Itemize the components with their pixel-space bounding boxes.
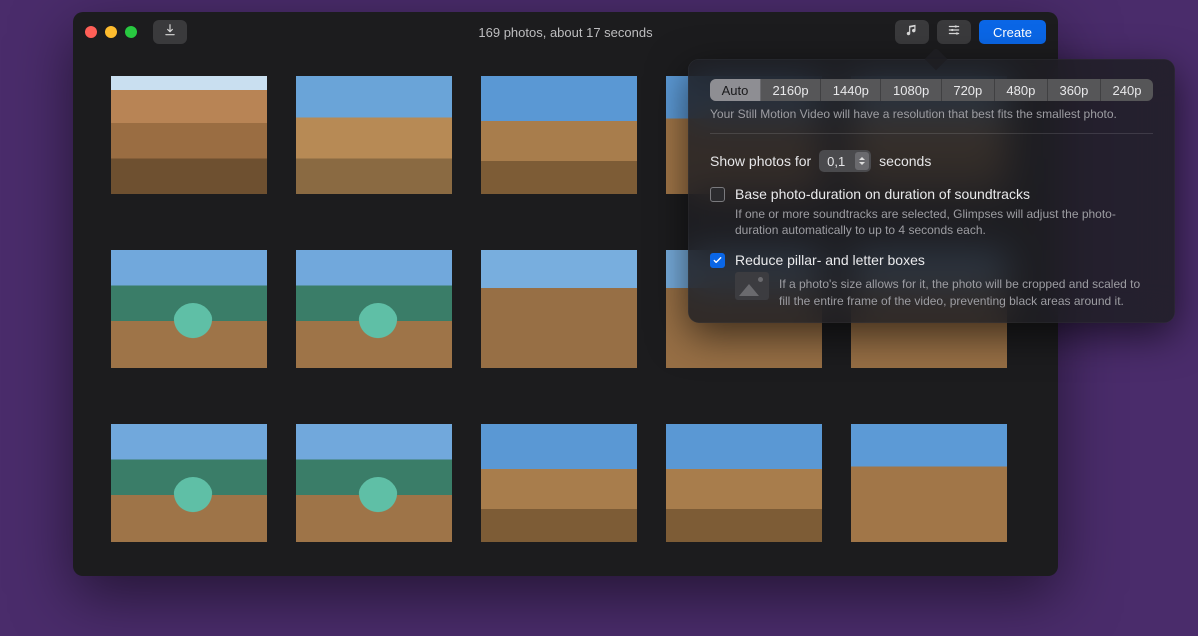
base-on-soundtracks-sub: If one or more soundtracks are selected,… xyxy=(735,206,1153,238)
photo-thumbnail[interactable] xyxy=(481,250,637,368)
resolution-segmented-control[interactable]: Auto 2160p 1440p 1080p 720p 480p 360p 24… xyxy=(710,79,1153,101)
resolution-option-auto[interactable]: Auto xyxy=(710,79,761,101)
music-note-icon xyxy=(905,23,919,42)
music-button[interactable] xyxy=(895,20,929,44)
photo-duration-row: Show photos for 0,1 seconds xyxy=(710,150,1153,172)
base-on-soundtracks-checkbox[interactable] xyxy=(710,187,725,202)
reduce-boxes-checkbox[interactable] xyxy=(710,253,725,268)
resolution-option-360p[interactable]: 360p xyxy=(1048,79,1101,101)
photo-placeholder-icon xyxy=(735,272,769,300)
checkmark-icon xyxy=(712,255,723,266)
titlebar: 169 photos, about 17 seconds Create xyxy=(73,12,1058,52)
photo-duration-stepper[interactable]: 0,1 xyxy=(819,150,871,172)
photo-thumbnail[interactable] xyxy=(481,76,637,194)
base-on-soundtracks-row: Base photo-duration on duration of sound… xyxy=(710,186,1153,238)
download-arrow-icon xyxy=(163,23,177,42)
reduce-boxes-label: Reduce pillar- and letter boxes xyxy=(735,252,1153,268)
settings-button[interactable] xyxy=(937,20,971,44)
photo-thumbnail[interactable] xyxy=(111,250,267,368)
photo-thumbnail[interactable] xyxy=(851,424,1007,542)
resolution-option-2160p[interactable]: 2160p xyxy=(761,79,821,101)
fullscreen-window-button[interactable] xyxy=(125,26,137,38)
photo-duration-value: 0,1 xyxy=(827,154,849,169)
resolution-option-1440p[interactable]: 1440p xyxy=(821,79,881,101)
resolution-option-720p[interactable]: 720p xyxy=(942,79,995,101)
photo-thumbnail[interactable] xyxy=(296,424,452,542)
resolution-option-480p[interactable]: 480p xyxy=(995,79,1048,101)
reduce-boxes-sub: If a photo's size allows for it, the pho… xyxy=(779,276,1153,308)
duration-prefix-label: Show photos for xyxy=(710,153,811,169)
minimize-window-button[interactable] xyxy=(105,26,117,38)
photo-thumbnail[interactable] xyxy=(296,250,452,368)
duration-suffix-label: seconds xyxy=(879,153,931,169)
resolution-option-1080p[interactable]: 1080p xyxy=(881,79,941,101)
window-controls xyxy=(85,26,137,38)
photo-thumbnail[interactable] xyxy=(111,424,267,542)
photo-thumbnail[interactable] xyxy=(666,424,822,542)
reduce-boxes-row: Reduce pillar- and letter boxes If a pho… xyxy=(710,252,1153,308)
resolution-option-240p[interactable]: 240p xyxy=(1101,79,1153,101)
photo-thumbnail[interactable] xyxy=(296,76,452,194)
photo-thumbnail[interactable] xyxy=(481,424,637,542)
create-button-label: Create xyxy=(993,25,1032,40)
import-button[interactable] xyxy=(153,20,187,44)
photo-thumbnail[interactable] xyxy=(111,76,267,194)
sliders-icon xyxy=(947,23,961,42)
stepper-arrows-icon[interactable] xyxy=(855,152,869,170)
close-window-button[interactable] xyxy=(85,26,97,38)
create-button[interactable]: Create xyxy=(979,20,1046,44)
resolution-hint: Your Still Motion Video will have a reso… xyxy=(710,107,1153,134)
base-on-soundtracks-label: Base photo-duration on duration of sound… xyxy=(735,186,1153,202)
settings-popover: Auto 2160p 1440p 1080p 720p 480p 360p 24… xyxy=(688,59,1175,323)
